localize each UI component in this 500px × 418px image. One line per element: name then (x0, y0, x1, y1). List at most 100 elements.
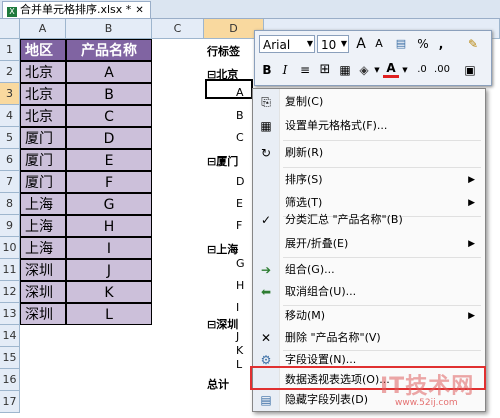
menu-item-sort[interactable]: 排序(S) ▶ (253, 169, 485, 191)
pivot-group-label[interactable]: ⊟厦门 (207, 153, 238, 169)
font-color-icon[interactable]: A (383, 61, 399, 78)
borders-icon[interactable]: ▦ (337, 61, 353, 79)
row-header[interactable]: 2 (0, 61, 20, 83)
table-cell-region[interactable]: 深圳 (20, 303, 66, 325)
comma-style-icon[interactable]: , (433, 35, 449, 53)
menu-separator (283, 257, 481, 258)
table-cell-product[interactable]: G (66, 193, 152, 215)
table-cell-product[interactable]: H (66, 215, 152, 237)
pivot-item[interactable]: F (236, 219, 242, 232)
menu-item-remove-field[interactable]: ✕ 删除 "产品名称"(V) (253, 327, 485, 349)
workbook-tabbar: X 合并单元格排序.xlsx * ✕ (0, 0, 500, 19)
row-header[interactable]: 8 (0, 193, 20, 215)
row-header[interactable]: 17 (0, 391, 20, 413)
font-size-dropdown-icon[interactable]: ▼ (339, 35, 349, 53)
bold-button[interactable]: B (259, 61, 275, 79)
menu-item-group[interactable]: ➔ 组合(G)... (253, 259, 485, 281)
table-cell-region[interactable]: 深圳 (20, 281, 66, 303)
pivot-item[interactable]: C (236, 131, 244, 144)
merge-center-icon[interactable]: ⊞ (317, 61, 333, 79)
table-cell-region[interactable]: 上海 (20, 215, 66, 237)
workbook-tab[interactable]: X 合并单元格排序.xlsx * ✕ (2, 1, 151, 18)
percent-style-icon[interactable]: % (415, 35, 431, 53)
column-header-c[interactable]: C (152, 19, 204, 39)
increase-decimal-icon[interactable]: .0 (413, 61, 431, 79)
table-cell-region[interactable]: 北京 (20, 61, 66, 83)
fill-color-dropdown-icon[interactable]: ▼ (373, 61, 381, 79)
table-cell-product[interactable]: L (66, 303, 152, 325)
accounting-format-icon[interactable]: ▤ (391, 35, 411, 53)
table-cell-product[interactable]: E (66, 149, 152, 171)
table-header-product[interactable]: 产品名称 (66, 39, 152, 61)
table-cell-product[interactable]: K (66, 281, 152, 303)
table-cell-product[interactable]: I (66, 237, 152, 259)
pivot-item[interactable]: H (236, 279, 244, 292)
decrease-decimal-icon[interactable]: .00 (433, 61, 451, 79)
row-header[interactable]: 13 (0, 303, 20, 325)
pivot-row-labels-header[interactable]: 行标签 (207, 43, 240, 59)
menu-item-expand-collapse[interactable]: 展开/折叠(E) ▶ (253, 233, 485, 255)
row-header[interactable]: 3 (0, 83, 20, 105)
shrink-font-icon[interactable]: A (371, 35, 387, 53)
select-all-corner[interactable] (0, 19, 20, 39)
table-cell-region[interactable]: 上海 (20, 193, 66, 215)
menu-item-ungroup[interactable]: ⬅ 取消组合(U)... (253, 281, 485, 303)
table-cell-product[interactable]: D (66, 127, 152, 149)
row-header[interactable]: 1 (0, 39, 20, 61)
format-painter-icon[interactable]: ✎ (463, 35, 483, 53)
row-header[interactable]: 5 (0, 127, 20, 149)
menu-item-copy[interactable]: ⎘ 复制(C) (253, 91, 485, 113)
table-cell-region[interactable]: 厦门 (20, 149, 66, 171)
pivot-group-label[interactable]: ⊟上海 (207, 241, 238, 257)
table-cell-product[interactable]: A (66, 61, 152, 83)
pivot-table-icon[interactable]: ▣ (461, 61, 479, 79)
font-name-dropdown-icon[interactable]: ▼ (305, 35, 315, 53)
row-header[interactable]: 16 (0, 369, 20, 391)
menu-item-label: 隐藏字段列表(D) (285, 393, 369, 406)
pivot-item[interactable]: B (236, 109, 244, 122)
table-cell-region[interactable]: 厦门 (20, 127, 66, 149)
pivot-item[interactable]: J (236, 330, 239, 343)
table-cell-product[interactable]: J (66, 259, 152, 281)
table-cell-region[interactable]: 北京 (20, 83, 66, 105)
font-color-dropdown-icon[interactable]: ▼ (401, 61, 409, 79)
pivot-item[interactable]: G (236, 257, 245, 270)
table-cell-region[interactable]: 上海 (20, 237, 66, 259)
row-header[interactable]: 15 (0, 347, 20, 369)
active-cell-border (205, 79, 253, 99)
menu-item-refresh[interactable]: ↻ 刷新(R) (253, 142, 485, 164)
pivot-item[interactable]: D (236, 175, 244, 188)
italic-button[interactable]: I (277, 61, 293, 79)
row-header[interactable]: 12 (0, 281, 20, 303)
menu-item-move[interactable]: 移动(M) ▶ (253, 305, 485, 327)
table-cell-product[interactable]: C (66, 105, 152, 127)
pivot-item[interactable]: L (236, 358, 242, 371)
table-header-region[interactable]: 地区 (20, 39, 66, 61)
column-header-b[interactable]: B (66, 19, 152, 39)
pivot-item[interactable]: A (236, 86, 244, 99)
row-header[interactable]: 7 (0, 171, 20, 193)
row-header[interactable]: 14 (0, 325, 20, 347)
pivot-item[interactable]: I (236, 301, 239, 314)
table-cell-region[interactable]: 北京 (20, 105, 66, 127)
table-cell-region[interactable]: 厦门 (20, 171, 66, 193)
pivot-item[interactable]: K (236, 344, 243, 357)
row-header[interactable]: 4 (0, 105, 20, 127)
menu-item-format-cells[interactable]: ▦ 设置单元格格式(F)... (253, 115, 485, 137)
table-cell-product[interactable]: F (66, 171, 152, 193)
fill-color-icon[interactable]: ◈ (355, 61, 373, 79)
pivot-item[interactable]: E (236, 197, 243, 210)
row-header[interactable]: 6 (0, 149, 20, 171)
table-cell-product[interactable]: B (66, 83, 152, 105)
row-header[interactable]: 10 (0, 237, 20, 259)
row-header[interactable]: 11 (0, 259, 20, 281)
pivot-group-label[interactable]: ⊟深圳 (207, 316, 238, 332)
align-center-icon[interactable]: ≡ (297, 61, 313, 79)
pivot-grand-total[interactable]: 总计 (207, 376, 229, 392)
table-cell-region[interactable]: 深圳 (20, 259, 66, 281)
menu-item-subtotal[interactable]: ✓ 分类汇总 "产品名称"(B) (253, 209, 485, 231)
column-header-a[interactable]: A (20, 19, 66, 39)
grow-font-icon[interactable]: A (353, 35, 369, 53)
close-icon[interactable]: ✕ (135, 5, 143, 16)
row-header[interactable]: 9 (0, 215, 20, 237)
